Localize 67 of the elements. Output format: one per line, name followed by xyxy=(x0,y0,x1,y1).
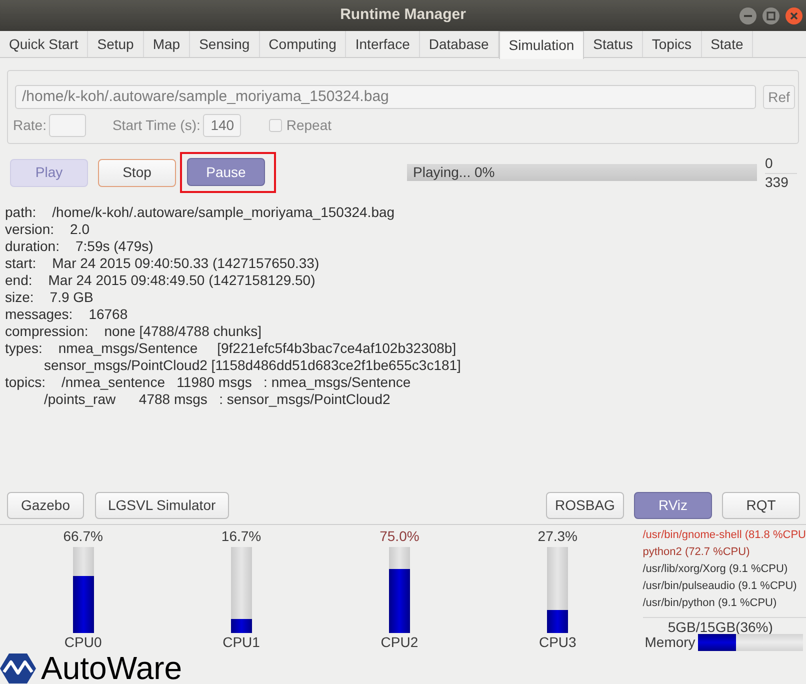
cpu-label: CPU2 xyxy=(380,634,418,651)
info-value: Mar 24 2015 09:40:50.33 (1427157650.33) xyxy=(52,255,320,272)
launcher-button[interactable]: RQT xyxy=(722,492,800,518)
tab[interactable]: Computing xyxy=(260,31,346,57)
cpu-percent: 66.7% xyxy=(63,528,103,545)
launcher-button[interactable]: ROSBAG xyxy=(546,492,624,518)
window-title: Runtime Manager xyxy=(339,5,467,26)
info-value: 7.9 GB xyxy=(50,289,94,306)
launcher-button[interactable]: Gazebo xyxy=(7,492,84,518)
cpu-label: CPU3 xyxy=(538,634,576,651)
info-value: /nmea_sentence 11980 msgs : nmea_msgs/Sentence xyxy=(61,374,411,391)
repeat-label: Repeat xyxy=(286,116,332,135)
info-label: topics: xyxy=(5,374,46,391)
info-label: duration: xyxy=(5,238,60,255)
info-label: start: xyxy=(5,255,36,272)
cpu-percent: 27.3% xyxy=(538,528,578,545)
start-time-label: Start Time (s): xyxy=(112,116,200,135)
info-value: Mar 24 2015 09:48:49.50 (1427158129.50) xyxy=(48,272,316,289)
info-value: 16768 xyxy=(88,306,128,323)
tab[interactable]: Topics xyxy=(642,31,702,57)
info-value: nmea_msgs/Sentence [9f221efc5f4b3bac7ce4af102b32308b] xyxy=(58,340,456,357)
cpu-label: CPU0 xyxy=(64,634,102,651)
close-button[interactable] xyxy=(785,6,803,24)
info-label: size: xyxy=(5,289,34,306)
info-label: messages: xyxy=(5,306,73,323)
cpu-label: CPU1 xyxy=(222,634,260,651)
process-entry: /usr/bin/python (9.1 %CPU) xyxy=(642,596,778,611)
current-frame: 0 xyxy=(765,154,797,174)
tab[interactable]: State xyxy=(702,31,754,57)
process-entry: /usr/bin/pulseaudio (9.1 %CPU) xyxy=(642,579,798,594)
info-value: none [4788/4788 chunks] xyxy=(104,323,262,340)
progress-text: Playing... 0% xyxy=(413,163,495,182)
info-value: sensor_msgs/PointCloud2 [1158d486dd51d683ce2f1be655c3c181] xyxy=(44,357,461,374)
memory-label: Memory xyxy=(644,634,696,652)
hexagon-logo-icon xyxy=(0,652,36,684)
maximize-icon xyxy=(762,6,780,24)
info-label: version: xyxy=(5,221,54,238)
info-value: 2.0 xyxy=(70,221,90,238)
playback-button[interactable]: Stop xyxy=(98,158,176,186)
rate-label: Rate: xyxy=(13,116,46,135)
info-label: path: xyxy=(5,204,36,221)
minimize-button[interactable] xyxy=(739,6,757,24)
info-label: end: xyxy=(5,272,32,289)
tab[interactable]: Setup xyxy=(88,31,144,57)
info-value: /points_raw 4788 msgs : sensor_msgs/PointCloud2 xyxy=(44,391,390,408)
info-label: compression: xyxy=(5,323,88,340)
memory-usage-text: 5GB/15GB(36%) xyxy=(666,620,774,634)
minimize-icon xyxy=(739,6,757,24)
tab[interactable]: Interface xyxy=(346,31,420,57)
tab[interactable]: Map xyxy=(144,31,190,57)
process-entry: /usr/lib/xorg/Xorg (9.1 %CPU) xyxy=(642,562,789,577)
launcher-button[interactable]: LGSVL Simulator xyxy=(95,492,229,518)
process-entry: python2 (72.7 %CPU) xyxy=(642,545,751,560)
logo-text: AutoWare xyxy=(41,652,182,684)
tab[interactable]: Simulation xyxy=(498,31,584,59)
close-icon xyxy=(785,6,803,24)
process-entry: /usr/bin/gnome-shell (81.8 %CPU xyxy=(642,528,806,543)
info-value: /home/k-koh/.autoware/sample_moriyama_150324.bag xyxy=(52,204,395,221)
info-value: 7:59s (479s) xyxy=(75,238,154,255)
cpu-percent: 16.7% xyxy=(221,528,262,545)
tab[interactable]: Sensing xyxy=(190,31,260,57)
tab[interactable]: Status xyxy=(584,31,643,57)
maximize-button[interactable] xyxy=(762,6,780,24)
cpu-percent: 75.0% xyxy=(380,528,420,545)
total-frames: 339 xyxy=(765,174,797,190)
tab[interactable]: Quick Start xyxy=(0,31,88,57)
info-label: types: xyxy=(5,340,42,357)
